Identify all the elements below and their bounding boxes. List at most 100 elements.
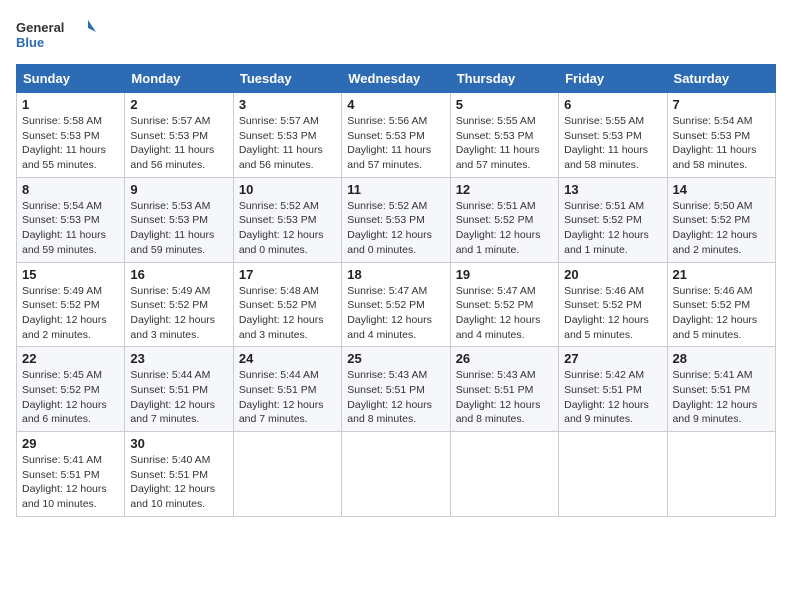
calendar-cell: 27 Sunrise: 5:42 AMSunset: 5:51 PMDayligh… xyxy=(559,347,667,432)
calendar-cell: 15 Sunrise: 5:49 AMSunset: 5:52 PMDayligh… xyxy=(17,262,125,347)
day-detail: Sunrise: 5:47 AMSunset: 5:52 PMDaylight:… xyxy=(347,284,444,343)
day-number: 17 xyxy=(239,267,336,282)
calendar-cell: 25 Sunrise: 5:43 AMSunset: 5:51 PMDayligh… xyxy=(342,347,450,432)
calendar-cell: 28 Sunrise: 5:41 AMSunset: 5:51 PMDayligh… xyxy=(667,347,775,432)
calendar-week-row: 29Sunrise: 5:41 AMSunset: 5:51 PMDayligh… xyxy=(17,432,776,517)
day-number: 29 xyxy=(22,436,119,451)
day-detail: Sunrise: 5:55 AMSunset: 5:53 PMDaylight:… xyxy=(564,114,661,173)
day-number: 16 xyxy=(130,267,227,282)
calendar-week-row: 15 Sunrise: 5:49 AMSunset: 5:52 PMDayligh… xyxy=(17,262,776,347)
calendar-cell: 10Sunrise: 5:52 AMSunset: 5:53 PMDayligh… xyxy=(233,177,341,262)
calendar-cell: 19 Sunrise: 5:47 AMSunset: 5:52 PMDayligh… xyxy=(450,262,558,347)
day-detail: Sunrise: 5:51 AMSunset: 5:52 PMDaylight:… xyxy=(456,199,553,258)
calendar-cell: 4Sunrise: 5:56 AMSunset: 5:53 PMDaylight… xyxy=(342,93,450,178)
calendar-cell: 17 Sunrise: 5:48 AMSunset: 5:52 PMDayligh… xyxy=(233,262,341,347)
calendar-cell xyxy=(233,432,341,517)
day-number: 10 xyxy=(239,182,336,197)
day-detail: Sunrise: 5:47 AMSunset: 5:52 PMDaylight:… xyxy=(456,284,553,343)
day-detail: Sunrise: 5:57 AMSunset: 5:53 PMDaylight:… xyxy=(130,114,227,173)
day-detail: Sunrise: 5:45 AMSunset: 5:52 PMDaylight:… xyxy=(22,368,119,427)
day-number: 11 xyxy=(347,182,444,197)
day-detail: Sunrise: 5:43 AMSunset: 5:51 PMDaylight:… xyxy=(347,368,444,427)
day-number: 23 xyxy=(130,351,227,366)
calendar-cell: 14 Sunrise: 5:50 AMSunset: 5:52 PMDayligh… xyxy=(667,177,775,262)
day-number: 19 xyxy=(456,267,553,282)
calendar-cell: 26 Sunrise: 5:43 AMSunset: 5:51 PMDayligh… xyxy=(450,347,558,432)
day-detail: Sunrise: 5:54 AMSunset: 5:53 PMDaylight:… xyxy=(673,114,770,173)
calendar-cell: 20 Sunrise: 5:46 AMSunset: 5:52 PMDayligh… xyxy=(559,262,667,347)
day-of-week-header: Monday xyxy=(125,65,233,93)
day-detail: Sunrise: 5:48 AMSunset: 5:52 PMDaylight:… xyxy=(239,284,336,343)
calendar-cell: 12 Sunrise: 5:51 AMSunset: 5:52 PMDayligh… xyxy=(450,177,558,262)
day-number: 30 xyxy=(130,436,227,451)
calendar-cell: 22 Sunrise: 5:45 AMSunset: 5:52 PMDayligh… xyxy=(17,347,125,432)
day-number: 12 xyxy=(456,182,553,197)
day-number: 13 xyxy=(564,182,661,197)
day-detail: Sunrise: 5:49 AMSunset: 5:52 PMDaylight:… xyxy=(22,284,119,343)
calendar-cell: 8 Sunrise: 5:54 AMSunset: 5:53 PMDaylight… xyxy=(17,177,125,262)
day-detail: Sunrise: 5:40 AMSunset: 5:51 PMDaylight:… xyxy=(130,453,227,512)
day-detail: Sunrise: 5:58 AMSunset: 5:53 PMDaylight:… xyxy=(22,114,119,173)
calendar-cell: 5 Sunrise: 5:55 AMSunset: 5:53 PMDaylight… xyxy=(450,93,558,178)
day-number: 4 xyxy=(347,97,444,112)
day-detail: Sunrise: 5:43 AMSunset: 5:51 PMDaylight:… xyxy=(456,368,553,427)
day-number: 15 xyxy=(22,267,119,282)
day-number: 14 xyxy=(673,182,770,197)
calendar-cell: 16 Sunrise: 5:49 AMSunset: 5:52 PMDayligh… xyxy=(125,262,233,347)
calendar-cell: 29Sunrise: 5:41 AMSunset: 5:51 PMDayligh… xyxy=(17,432,125,517)
day-detail: Sunrise: 5:44 AMSunset: 5:51 PMDaylight:… xyxy=(239,368,336,427)
day-number: 9 xyxy=(130,182,227,197)
day-of-week-header: Wednesday xyxy=(342,65,450,93)
calendar-cell: 7Sunrise: 5:54 AMSunset: 5:53 PMDaylight… xyxy=(667,93,775,178)
calendar-cell xyxy=(342,432,450,517)
calendar-cell: 13Sunrise: 5:51 AMSunset: 5:52 PMDayligh… xyxy=(559,177,667,262)
day-number: 5 xyxy=(456,97,553,112)
day-detail: Sunrise: 5:54 AMSunset: 5:53 PMDaylight:… xyxy=(22,199,119,258)
day-number: 6 xyxy=(564,97,661,112)
day-detail: Sunrise: 5:41 AMSunset: 5:51 PMDaylight:… xyxy=(673,368,770,427)
day-number: 27 xyxy=(564,351,661,366)
logo: General Blue xyxy=(16,16,96,56)
svg-text:Blue: Blue xyxy=(16,35,44,50)
day-number: 25 xyxy=(347,351,444,366)
calendar-cell: 30 Sunrise: 5:40 AMSunset: 5:51 PMDayligh… xyxy=(125,432,233,517)
day-detail: Sunrise: 5:53 AMSunset: 5:53 PMDaylight:… xyxy=(130,199,227,258)
day-of-week-header: Friday xyxy=(559,65,667,93)
calendar-cell xyxy=(450,432,558,517)
day-number: 22 xyxy=(22,351,119,366)
calendar-cell: 2 Sunrise: 5:57 AMSunset: 5:53 PMDaylight… xyxy=(125,93,233,178)
day-detail: Sunrise: 5:57 AMSunset: 5:53 PMDaylight:… xyxy=(239,114,336,173)
day-detail: Sunrise: 5:52 AMSunset: 5:53 PMDaylight:… xyxy=(347,199,444,258)
calendar-cell: 23 Sunrise: 5:44 AMSunset: 5:51 PMDayligh… xyxy=(125,347,233,432)
calendar-cell: 6 Sunrise: 5:55 AMSunset: 5:53 PMDaylight… xyxy=(559,93,667,178)
day-detail: Sunrise: 5:49 AMSunset: 5:52 PMDaylight:… xyxy=(130,284,227,343)
day-detail: Sunrise: 5:55 AMSunset: 5:53 PMDaylight:… xyxy=(456,114,553,173)
day-detail: Sunrise: 5:46 AMSunset: 5:52 PMDaylight:… xyxy=(673,284,770,343)
day-of-week-header: Sunday xyxy=(17,65,125,93)
calendar-cell xyxy=(667,432,775,517)
day-of-week-header: Thursday xyxy=(450,65,558,93)
day-number: 18 xyxy=(347,267,444,282)
day-number: 3 xyxy=(239,97,336,112)
calendar-cell: 18 Sunrise: 5:47 AMSunset: 5:52 PMDayligh… xyxy=(342,262,450,347)
day-detail: Sunrise: 5:46 AMSunset: 5:52 PMDaylight:… xyxy=(564,284,661,343)
calendar-cell: 9 Sunrise: 5:53 AMSunset: 5:53 PMDaylight… xyxy=(125,177,233,262)
calendar-cell: 11 Sunrise: 5:52 AMSunset: 5:53 PMDayligh… xyxy=(342,177,450,262)
calendar-cell: 3 Sunrise: 5:57 AMSunset: 5:53 PMDaylight… xyxy=(233,93,341,178)
day-number: 2 xyxy=(130,97,227,112)
day-number: 20 xyxy=(564,267,661,282)
page-header: General Blue xyxy=(16,16,776,56)
day-number: 21 xyxy=(673,267,770,282)
day-detail: Sunrise: 5:42 AMSunset: 5:51 PMDaylight:… xyxy=(564,368,661,427)
calendar-cell: 1Sunrise: 5:58 AMSunset: 5:53 PMDaylight… xyxy=(17,93,125,178)
day-number: 24 xyxy=(239,351,336,366)
day-detail: Sunrise: 5:44 AMSunset: 5:51 PMDaylight:… xyxy=(130,368,227,427)
day-number: 8 xyxy=(22,182,119,197)
calendar-cell: 21 Sunrise: 5:46 AMSunset: 5:52 PMDayligh… xyxy=(667,262,775,347)
svg-text:General: General xyxy=(16,20,64,35)
day-detail: Sunrise: 5:50 AMSunset: 5:52 PMDaylight:… xyxy=(673,199,770,258)
day-number: 26 xyxy=(456,351,553,366)
calendar-table: SundayMondayTuesdayWednesdayThursdayFrid… xyxy=(16,64,776,517)
logo-svg: General Blue xyxy=(16,16,96,56)
day-number: 28 xyxy=(673,351,770,366)
